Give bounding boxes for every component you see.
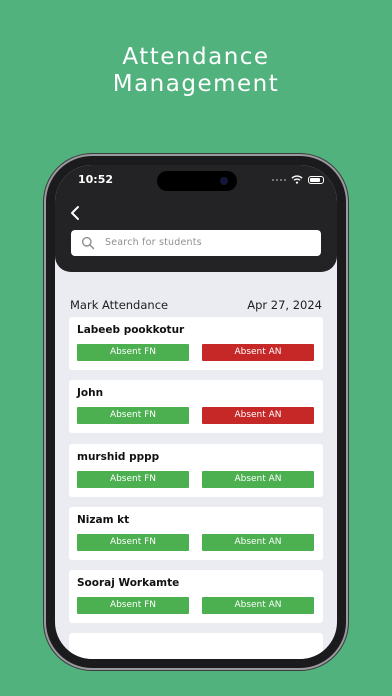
app-header: 10:52 Search for students — [55, 165, 337, 272]
absent-fn-button[interactable]: Absent FN — [77, 344, 189, 361]
student-card: murshid pppp Absent FN Absent AN — [69, 444, 323, 497]
absent-an-button[interactable]: Absent AN — [202, 597, 314, 614]
dynamic-island — [157, 171, 237, 191]
absent-an-button[interactable]: Absent AN — [202, 471, 314, 488]
cellular-signal-icon — [272, 178, 286, 181]
status-time: 10:52 — [78, 173, 114, 186]
absent-fn-button[interactable]: Absent FN — [77, 597, 189, 614]
student-card: Labeeb pookkotur Absent FN Absent AN — [69, 317, 323, 370]
attendance-header: Mark Attendance Apr 27, 2024 — [70, 298, 322, 312]
wifi-icon — [291, 175, 303, 184]
search-icon — [81, 236, 95, 250]
promo-headline: Attendance Management — [0, 44, 392, 98]
absent-fn-button[interactable]: Absent FN — [77, 534, 189, 551]
absent-an-button[interactable]: Absent AN — [202, 534, 314, 551]
headline-line-1: Attendance — [122, 44, 270, 70]
app-screen: 10:52 Search for students Mark Attendanc… — [55, 165, 337, 659]
page-title: Mark Attendance — [70, 298, 169, 312]
attendance-date[interactable]: Apr 27, 2024 — [247, 298, 322, 312]
student-card: Sooraj Workamte Absent FN Absent AN — [69, 570, 323, 623]
status-indicators — [272, 175, 324, 184]
student-card-partial — [69, 633, 323, 659]
camera-icon — [220, 177, 228, 185]
absent-an-button[interactable]: Absent AN — [202, 344, 314, 361]
student-card: John Absent FN Absent AN — [69, 380, 323, 433]
search-input[interactable]: Search for students — [71, 230, 321, 256]
student-name: Sooraj Workamte — [77, 577, 180, 589]
student-name: John — [77, 387, 104, 399]
headline-line-2: Management — [112, 71, 280, 97]
student-name: Labeeb pookkotur — [77, 324, 185, 336]
absent-an-button[interactable]: Absent AN — [202, 407, 314, 424]
phone-frame: 10:52 Search for students Mark Attendanc… — [46, 156, 346, 668]
student-name: murshid pppp — [77, 451, 160, 463]
absent-fn-button[interactable]: Absent FN — [77, 407, 189, 424]
back-arrow-icon[interactable] — [66, 204, 84, 222]
battery-icon — [308, 175, 324, 184]
student-name: Nizam kt — [77, 514, 130, 526]
student-card: Nizam kt Absent FN Absent AN — [69, 507, 323, 560]
search-placeholder: Search for students — [105, 237, 202, 248]
absent-fn-button[interactable]: Absent FN — [77, 471, 189, 488]
